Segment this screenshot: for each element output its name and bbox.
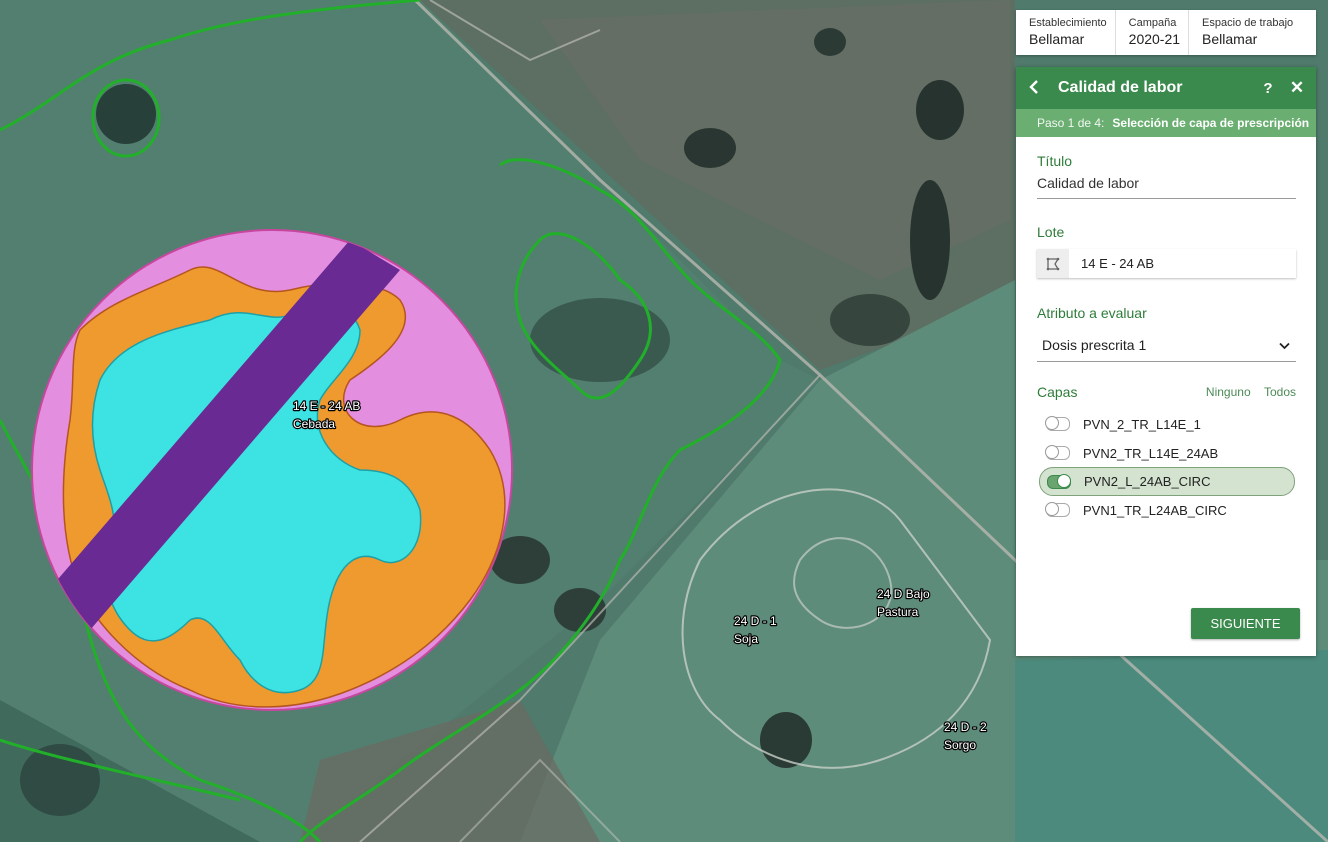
layer-item[interactable]: PVN_2_TR_L14E_1 bbox=[1039, 410, 1293, 438]
lote-label: Lote bbox=[1037, 224, 1065, 240]
ninguno-link[interactable]: Ninguno bbox=[1206, 385, 1251, 399]
chevron-down-icon bbox=[1279, 337, 1290, 353]
campana-selector[interactable]: Campaña 2020-21 bbox=[1116, 10, 1190, 55]
panel-title: Calidad de labor bbox=[1058, 79, 1183, 96]
layer-item[interactable]: PVN2_TR_L14E_24AB bbox=[1039, 439, 1293, 467]
layer-name: PVN2_TR_L14E_24AB bbox=[1083, 445, 1219, 461]
back-arrow-icon[interactable] bbox=[1016, 78, 1058, 99]
context-bar: Establecimiento Bellamar Campaña 2020-21… bbox=[1016, 10, 1316, 55]
titulo-section: Título bbox=[1037, 153, 1296, 199]
titulo-label: Título bbox=[1037, 153, 1073, 169]
capas-actions: Ninguno Todos bbox=[1196, 385, 1296, 399]
layer-name: PVN_2_TR_L14E_1 bbox=[1083, 416, 1201, 432]
map-label-24d1-crop: Soja bbox=[734, 632, 758, 646]
espacio-value: Bellamar bbox=[1202, 31, 1258, 47]
field-boundary-icon bbox=[1037, 249, 1069, 278]
layer-name: PVN1_TR_L24AB_CIRC bbox=[1083, 502, 1227, 518]
campana-value: 2020-21 bbox=[1128, 31, 1181, 47]
close-icon[interactable]: ✕ bbox=[1282, 78, 1312, 98]
help-icon[interactable]: ? bbox=[1254, 80, 1282, 97]
espacio-selector[interactable]: Espacio de trabajo Bellamar bbox=[1189, 10, 1301, 55]
establecimiento-label: Establecimiento bbox=[1029, 17, 1107, 29]
capas-label: Capas bbox=[1037, 384, 1078, 400]
layer-toggle[interactable] bbox=[1045, 502, 1070, 517]
layer-item[interactable]: PVN1_TR_L24AB_CIRC bbox=[1039, 496, 1293, 524]
atributo-value: Dosis prescrita 1 bbox=[1042, 337, 1147, 353]
establecimiento-value: Bellamar bbox=[1029, 31, 1085, 47]
layer-toggle[interactable] bbox=[1045, 416, 1070, 431]
layer-toggle[interactable] bbox=[1045, 445, 1070, 460]
atributo-select[interactable]: Dosis prescrita 1 bbox=[1037, 329, 1296, 362]
capas-section: Capas Ninguno Todos bbox=[1037, 384, 1296, 400]
map-label-24d2-crop: Sorgo bbox=[944, 738, 976, 752]
map-label-24d2: 24 D - 2 bbox=[944, 720, 987, 734]
espacio-label: Espacio de trabajo bbox=[1202, 17, 1294, 29]
lote-value: 14 E - 24 AB bbox=[1081, 256, 1154, 271]
map-label-24d-bajo: 24 D Bajo bbox=[877, 587, 930, 601]
layer-toggle[interactable] bbox=[1047, 473, 1071, 489]
step-prefix: Paso 1 de 4: bbox=[1037, 116, 1105, 130]
todos-link[interactable]: Todos bbox=[1264, 385, 1296, 399]
atributo-section: Atributo a evaluar Dosis prescrita 1 bbox=[1037, 305, 1296, 362]
panel-header: Calidad de labor ? ✕ bbox=[1016, 67, 1316, 109]
map-label-24d1: 24 D - 1 bbox=[734, 614, 777, 628]
map-label-14e-crop: Cebada bbox=[293, 417, 335, 431]
calidad-labor-panel: Calidad de labor ? ✕ Paso 1 de 4: Selecc… bbox=[1016, 67, 1316, 656]
step-indicator: Paso 1 de 4: Selección de capa de prescr… bbox=[1016, 109, 1316, 137]
titulo-input[interactable] bbox=[1037, 169, 1296, 199]
establecimiento-selector[interactable]: Establecimiento Bellamar bbox=[1016, 10, 1116, 55]
siguiente-button[interactable]: SIGUIENTE bbox=[1191, 608, 1300, 639]
map-label-14e: 14 E - 24 AB bbox=[293, 399, 360, 413]
capas-header: Capas Ninguno Todos bbox=[1037, 384, 1296, 400]
layer-item-selected[interactable]: PVN2_L_24AB_CIRC bbox=[1039, 467, 1295, 496]
atributo-label: Atributo a evaluar bbox=[1037, 305, 1147, 321]
step-name: Selección de capa de prescripción bbox=[1112, 116, 1310, 130]
lote-field[interactable]: 14 E - 24 AB bbox=[1037, 249, 1296, 278]
map-label-24d-bajo-crop: Pastura bbox=[877, 605, 919, 619]
lote-section: Lote 14 E - 24 AB bbox=[1037, 224, 1296, 278]
campana-label: Campaña bbox=[1128, 17, 1177, 29]
layer-name: PVN2_L_24AB_CIRC bbox=[1084, 474, 1211, 489]
